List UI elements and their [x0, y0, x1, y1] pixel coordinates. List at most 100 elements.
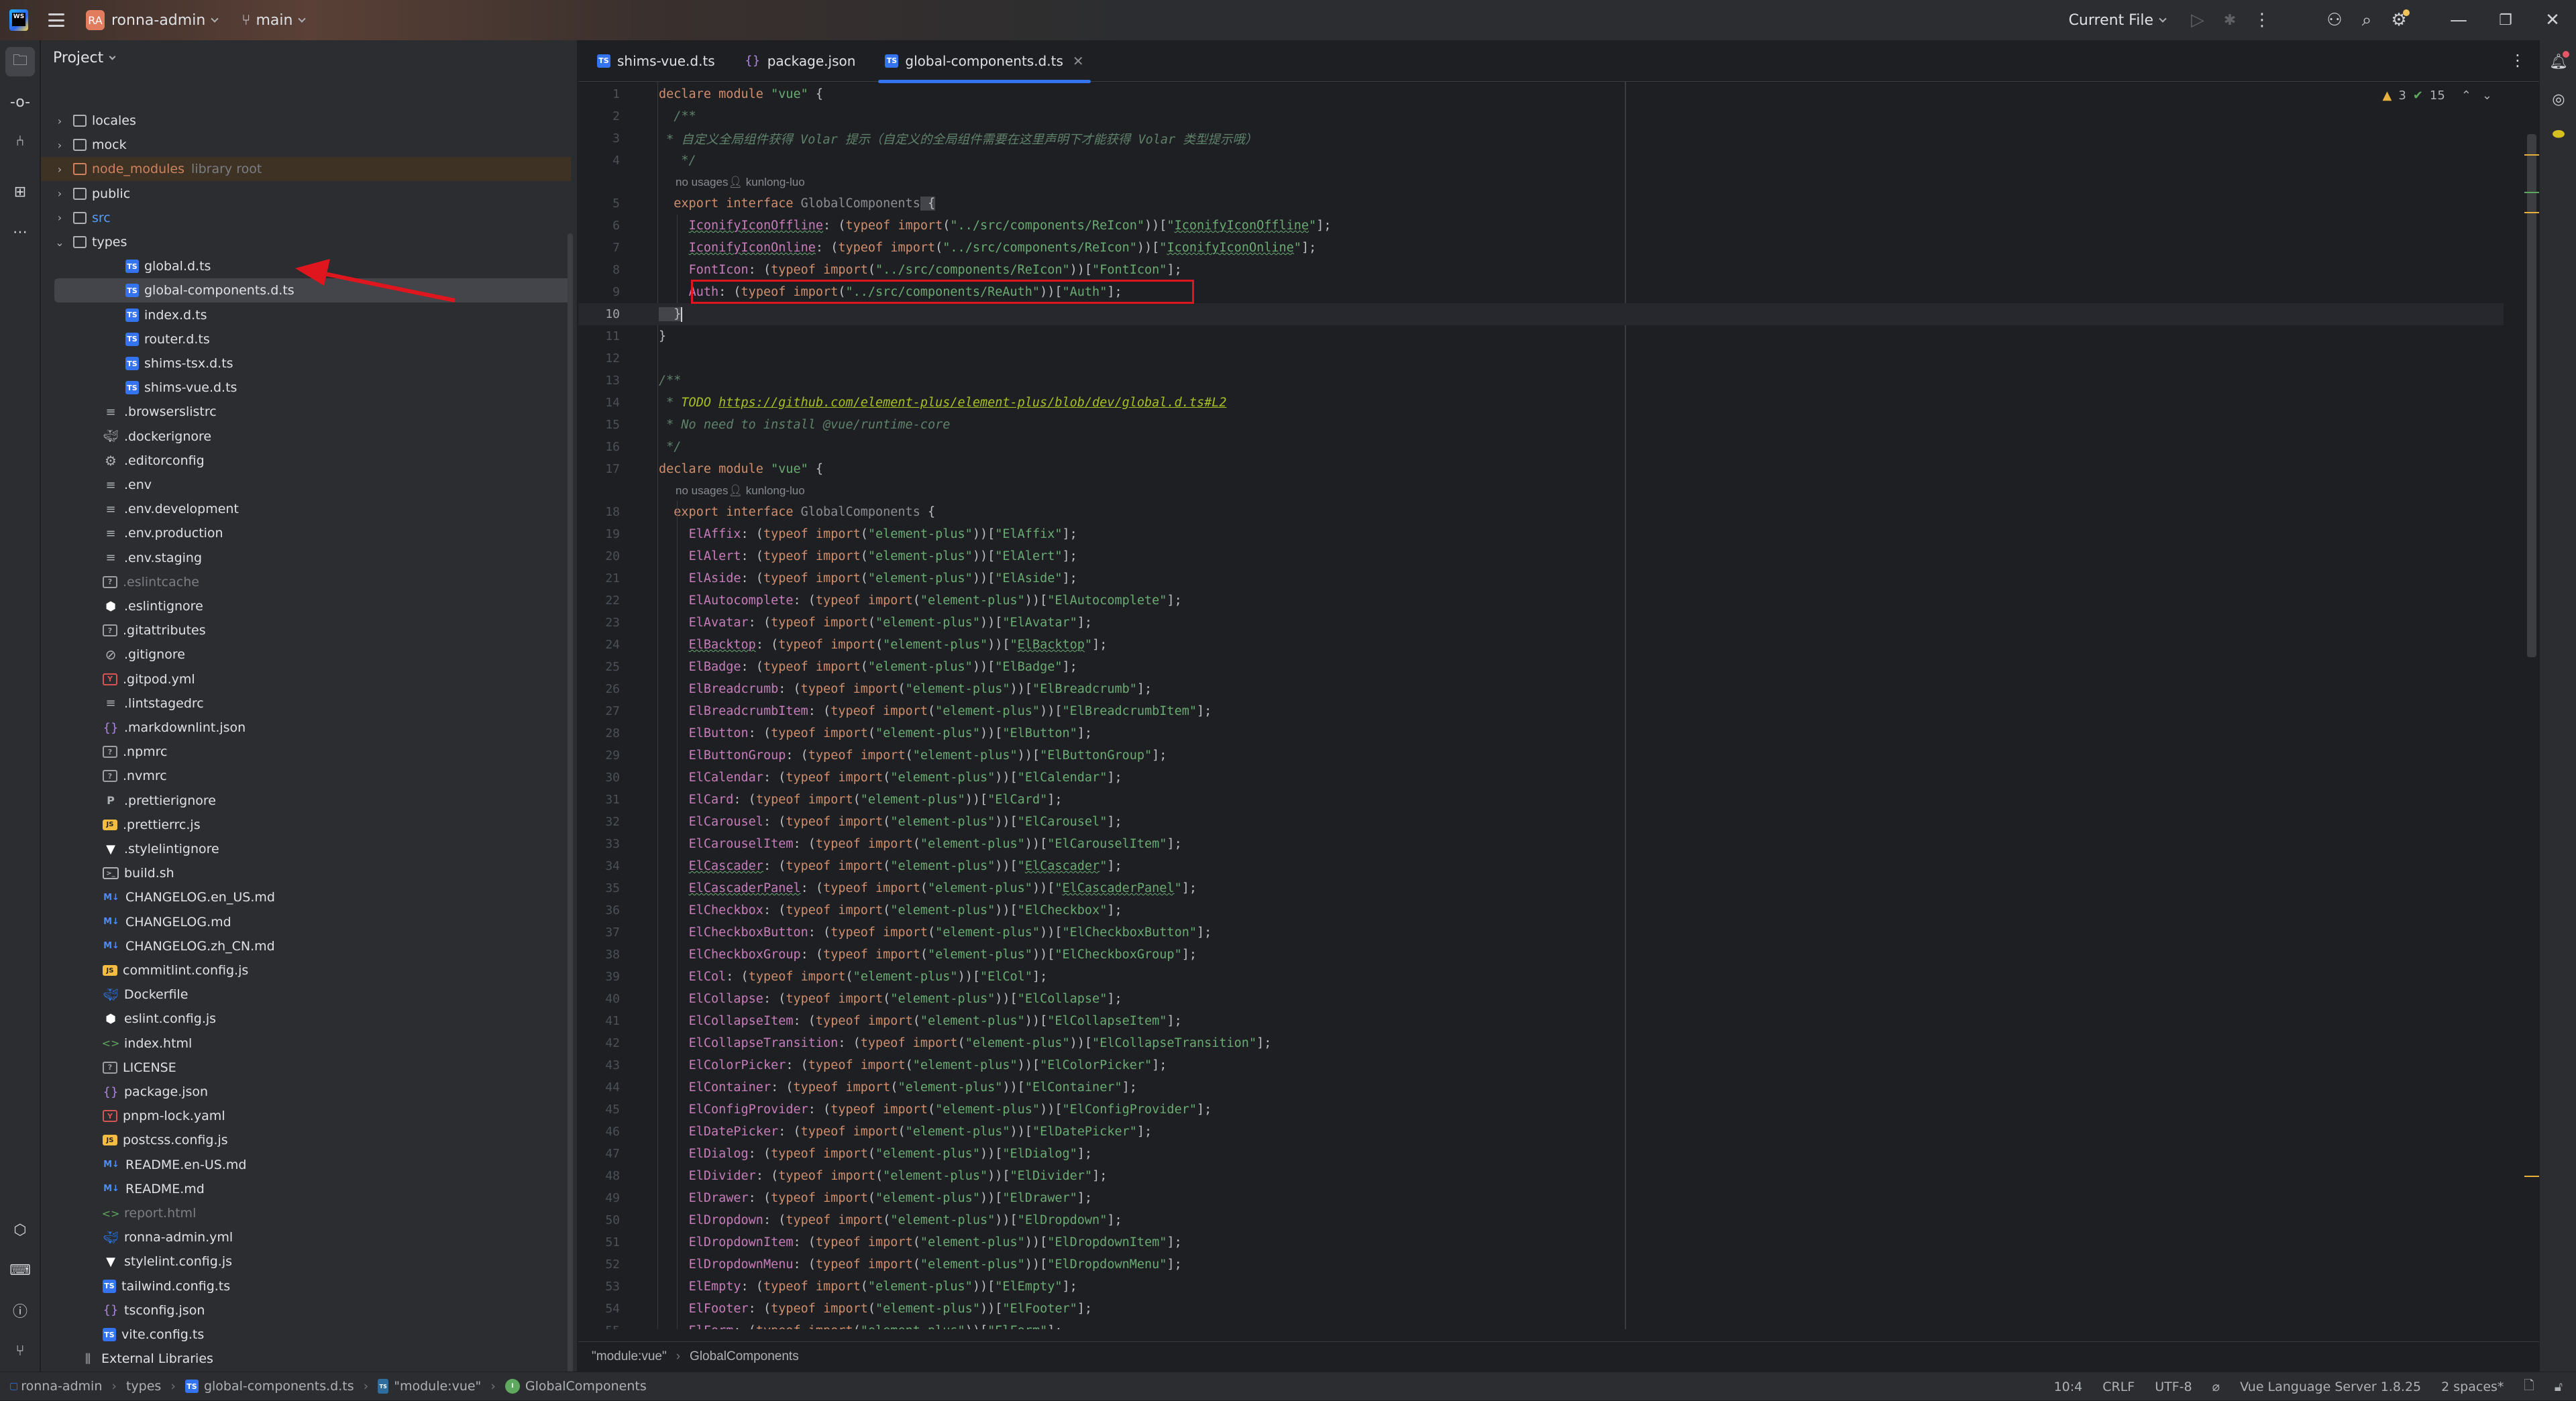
- code-line[interactable]: 17 declare module "vue" {: [578, 458, 2504, 480]
- code-line[interactable]: 52 ElDropdownMenu: (typeof import("eleme…: [578, 1253, 2504, 1276]
- tree-item[interactable]: JS postcss.config.js: [41, 1128, 571, 1152]
- tree-item[interactable]: ⚙ .editorconfig: [41, 449, 571, 473]
- tree-item[interactable]: M↓ CHANGELOG.en_US.md: [41, 885, 571, 909]
- tree-item[interactable]: ⫼ External Libraries: [41, 1347, 571, 1371]
- project-scrollbar[interactable]: [568, 233, 573, 1374]
- code-line[interactable]: 28 ElButton: (typeof import("element-plu…: [578, 722, 2504, 744]
- warning-stripe[interactable]: [2524, 154, 2539, 156]
- tree-item[interactable]: M↓ README.en-US.md: [41, 1153, 571, 1177]
- tree-item[interactable]: JS .prettierrc.js: [41, 813, 571, 837]
- code-line[interactable]: 54 ElFooter: (typeof import("element-plu…: [578, 1298, 2504, 1320]
- inlay-hint[interactable]: no usages 👤︎ kunlong-luo: [676, 173, 805, 192]
- code-line[interactable]: 50 ElDropdown: (typeof import("element-p…: [578, 1209, 2504, 1231]
- inlay-hint[interactable]: no usages 👤︎ kunlong-luo: [676, 482, 805, 500]
- tree-item[interactable]: M↓ CHANGELOG.zh_CN.md: [41, 934, 571, 958]
- code-line[interactable]: 53 ElEmpty: (typeof import("element-plus…: [578, 1276, 2504, 1298]
- tree-item[interactable]: 🐳︎ ronna-admin.yml: [41, 1225, 571, 1249]
- tree-item[interactable]: ? .gitattributes: [41, 618, 571, 642]
- code-line[interactable]: 10 }: [578, 303, 2504, 325]
- structure-icon[interactable]: ⊞: [5, 177, 35, 207]
- minimize-button[interactable]: —: [2435, 4, 2482, 36]
- code-line[interactable]: 20 ElAlert: (typeof import("element-plus…: [578, 545, 2504, 567]
- code-line[interactable]: 44 ElContainer: (typeof import("element-…: [578, 1076, 2504, 1099]
- code-line[interactable]: 15 * No need to install @vue/runtime-cor…: [578, 414, 2504, 436]
- plugin-icon[interactable]: ⬬: [2544, 119, 2573, 149]
- code-line[interactable]: 38 ElCheckboxGroup: (typeof import("elem…: [578, 944, 2504, 966]
- code-line[interactable]: 23 ElAvatar: (typeof import("element-plu…: [578, 612, 2504, 634]
- code-line[interactable]: 37 ElCheckboxButton: (typeof import("ele…: [578, 921, 2504, 944]
- tree-item[interactable]: ⊘ .gitignore: [41, 642, 571, 667]
- tree-item[interactable]: {} package.json: [41, 1080, 571, 1104]
- code-line[interactable]: 31 ElCard: (typeof import("element-plus"…: [578, 789, 2504, 811]
- restore-button[interactable]: ❐: [2482, 4, 2529, 36]
- code-line[interactable]: 14 * TODO https://github.com/element-plu…: [578, 392, 2504, 414]
- code-line[interactable]: 19 ElAffix: (typeof import("element-plus…: [578, 523, 2504, 545]
- code-line[interactable]: 45 ElConfigProvider: (typeof import("ele…: [578, 1099, 2504, 1121]
- author-hint[interactable]: 👤︎ kunlong-luo: [728, 484, 804, 498]
- code-line[interactable]: 8 FontIcon: (typeof import("../src/compo…: [578, 259, 2504, 281]
- tree-item[interactable]: › locales: [41, 109, 571, 133]
- code-line[interactable]: 48 ElDivider: (typeof import("element-pl…: [578, 1165, 2504, 1187]
- run-config-selector[interactable]: Current File: [2069, 12, 2167, 29]
- code-line[interactable]: 34 ElCascader: (typeof import("element-p…: [578, 855, 2504, 877]
- code-line[interactable]: 55 ElForm: (typeof import("element-plus"…: [578, 1320, 2504, 1329]
- problems-icon[interactable]: ⓘ: [5, 1296, 35, 1325]
- tree-item[interactable]: TS vite.config.ts: [41, 1323, 571, 1347]
- code-line[interactable]: 13 /**: [578, 370, 2504, 392]
- tree-item[interactable]: Ypnpm-lock.yaml: [41, 1104, 571, 1128]
- tree-item[interactable]: ≡ .env.staging: [41, 546, 571, 570]
- tree-item[interactable]: ≡ .env: [41, 473, 571, 497]
- tree-item[interactable]: ≡ .browserslistrc: [41, 400, 571, 424]
- close-tab-icon[interactable]: ✕: [1073, 53, 1084, 69]
- status-path-file[interactable]: global-components.d.ts: [204, 1379, 354, 1394]
- tree-item[interactable]: 🐳︎ .dockerignore: [41, 425, 571, 449]
- tree-item[interactable]: ? .nvmrc: [41, 764, 571, 788]
- code-line[interactable]: 4 */: [578, 150, 2504, 172]
- tree-item[interactable]: › src: [41, 206, 571, 230]
- notifications-icon[interactable]: 🔔︎: [2544, 47, 2573, 76]
- tree-item[interactable]: ? LICENSE: [41, 1056, 571, 1080]
- code-line[interactable]: 6 IconifyIconOffline: (typeof import("..…: [578, 215, 2504, 237]
- language-server[interactable]: Vue Language Server 1.8.25: [2240, 1380, 2421, 1394]
- tree-item[interactable]: TS global.d.ts: [41, 254, 571, 278]
- tree-item[interactable]: TS router.d.ts: [41, 327, 571, 351]
- code-line[interactable]: 30 ElCalendar: (typeof import("element-p…: [578, 767, 2504, 789]
- todo-link[interactable]: https://github.com/element-plus/element-…: [718, 396, 1226, 410]
- code-line[interactable]: 39 ElCol: (typeof import("element-plus")…: [578, 966, 2504, 988]
- read-only-toggle-icon[interactable]: 🔓︎: [2555, 1380, 2563, 1394]
- code-line[interactable]: 9 Auth: (typeof import("../src/component…: [578, 281, 2504, 303]
- tree-item[interactable]: › node_modules library root: [41, 157, 571, 182]
- chevron-right-icon[interactable]: ›: [54, 187, 65, 200]
- code-line[interactable]: 11}: [578, 325, 2504, 347]
- code-with-me-icon[interactable]: ⚇: [2318, 4, 2351, 36]
- breadcrumb-interface[interactable]: GlobalComponents: [690, 1349, 799, 1364]
- tree-item[interactable]: ? .npmrc: [41, 740, 571, 764]
- tree-item[interactable]: M↓ CHANGELOG.md: [41, 910, 571, 934]
- tree-item[interactable]: M↓ README.md: [41, 1177, 571, 1201]
- code-line[interactable]: 46 ElDatePicker: (typeof import("element…: [578, 1121, 2504, 1143]
- tree-item[interactable]: ? .eslintcache: [41, 570, 571, 594]
- status-path-module[interactable]: "module:vue": [394, 1379, 481, 1394]
- breadcrumb-module[interactable]: "module:vue": [592, 1349, 667, 1364]
- line-ending[interactable]: CRLF: [2102, 1380, 2135, 1394]
- settings-icon[interactable]: ⚙: [2383, 4, 2415, 36]
- code-line[interactable]: 40 ElCollapse: (typeof import("element-p…: [578, 988, 2504, 1010]
- code-line[interactable]: 41 ElCollapseItem: (typeof import("eleme…: [578, 1010, 2504, 1032]
- code-line[interactable]: 29 ElButtonGroup: (typeof import("elemen…: [578, 744, 2504, 767]
- usages-hint[interactable]: no usages: [676, 176, 728, 189]
- code-area[interactable]: 1 declare module "vue" {2 /** 3 * 自定义全局组件获…: [578, 82, 2504, 1329]
- project-view-selector[interactable]: Project: [53, 50, 116, 66]
- run-icon[interactable]: ▷: [2182, 4, 2214, 36]
- tree-item[interactable]: <> index.html: [41, 1031, 571, 1056]
- more-tools-icon[interactable]: ⋯: [5, 217, 35, 247]
- tree-item[interactable]: TS shims-tsx.d.ts: [41, 351, 571, 376]
- code-line[interactable]: 12: [578, 347, 2504, 370]
- main-menu-icon[interactable]: [48, 13, 64, 27]
- tree-item[interactable]: Y .gitpod.yml: [41, 667, 571, 691]
- tree-item[interactable]: ⌄ types: [41, 230, 571, 254]
- code-line[interactable]: 5 export interface GlobalComponents {: [578, 192, 2504, 215]
- code-line[interactable]: 49 ElDrawer: (typeof import("element-plu…: [578, 1187, 2504, 1209]
- terminal-icon[interactable]: ⌨: [5, 1255, 35, 1285]
- code-line[interactable]: 42 ElCollapseTransition: (typeof import(…: [578, 1032, 2504, 1054]
- code-line[interactable]: 3 * 自定义全局组件获得 Volar 提示（自定义的全局组件需要在这里声明下才…: [578, 127, 2504, 150]
